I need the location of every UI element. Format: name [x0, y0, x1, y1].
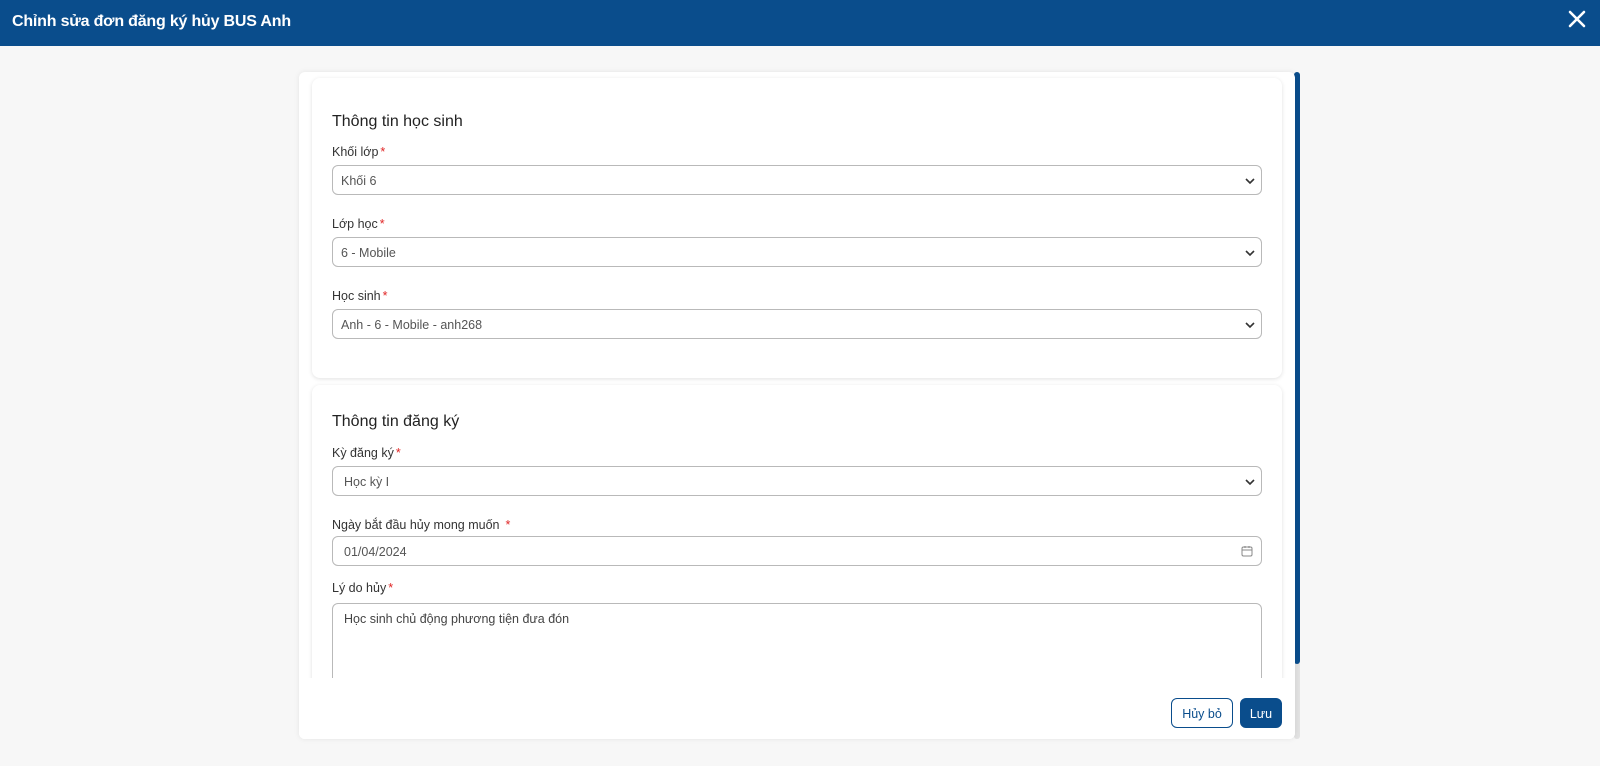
- required-mark: *: [388, 581, 394, 595]
- registration-info-title: Thông tin đăng ký: [332, 413, 460, 430]
- class-select[interactable]: 6 - Mobile: [332, 237, 1262, 267]
- required-mark: *: [395, 446, 401, 460]
- class-label: Lớp học *: [332, 217, 385, 231]
- grade-label-text: Khối lớp: [332, 145, 379, 159]
- chevron-down-icon: [1245, 250, 1255, 257]
- start-date-value: 01/04/2024: [344, 545, 407, 559]
- start-date-input[interactable]: 01/04/2024: [332, 536, 1262, 566]
- form-panel: Thông tin học sinh Khối lớp * Khối 6 Lớp …: [299, 72, 1295, 739]
- term-select-value: Học kỳ I: [344, 475, 390, 489]
- required-mark: *: [379, 217, 385, 231]
- grade-select-value: Khối 6: [341, 174, 377, 188]
- student-select[interactable]: Anh - 6 - Mobile - anh268: [332, 309, 1262, 339]
- grade-label: Khối lớp *: [332, 145, 385, 159]
- chevron-down-icon: [1245, 322, 1255, 329]
- student-label: Học sinh *: [332, 289, 388, 303]
- student-select-value: Anh - 6 - Mobile - anh268: [341, 318, 483, 332]
- term-select[interactable]: Học kỳ I: [332, 466, 1262, 496]
- start-date-label: Ngày bắt đầu hủy mong muốn *: [332, 518, 510, 532]
- dialog-footer: [299, 678, 1295, 739]
- required-mark: *: [505, 518, 511, 532]
- chevron-down-icon: [1245, 479, 1255, 486]
- required-mark: *: [380, 145, 386, 159]
- reason-label-text: Lý do hủy: [332, 581, 387, 595]
- dialog-header: Chỉnh sửa đơn đăng ký hủy BUS Anh: [0, 0, 1600, 46]
- term-label-text: Kỳ đăng ký: [332, 446, 394, 460]
- cancel-button[interactable]: Hủy bỏ: [1171, 698, 1233, 728]
- reason-label: Lý do hủy *: [332, 581, 393, 595]
- student-info-card: Thông tin học sinh Khối lớp * Khối 6 Lớp …: [312, 78, 1282, 378]
- term-label: Kỳ đăng ký *: [332, 446, 401, 460]
- save-button[interactable]: Lưu: [1240, 698, 1282, 728]
- student-info-title: Thông tin học sinh: [332, 113, 463, 130]
- class-select-value: 6 - Mobile: [341, 246, 396, 260]
- dialog-title: Chỉnh sửa đơn đăng ký hủy BUS Anh: [12, 13, 291, 30]
- grade-select[interactable]: Khối 6: [332, 165, 1262, 195]
- student-label-text: Học sinh: [332, 289, 381, 303]
- class-label-text: Lớp học: [332, 217, 378, 231]
- close-icon[interactable]: [1566, 8, 1588, 30]
- required-mark: *: [382, 289, 388, 303]
- reason-textarea-value: Học sinh chủ động phương tiện đưa đón: [344, 612, 570, 626]
- start-date-label-text: Ngày bắt đầu hủy mong muốn: [332, 518, 500, 532]
- chevron-down-icon: [1245, 178, 1255, 185]
- calendar-icon[interactable]: [1241, 545, 1253, 557]
